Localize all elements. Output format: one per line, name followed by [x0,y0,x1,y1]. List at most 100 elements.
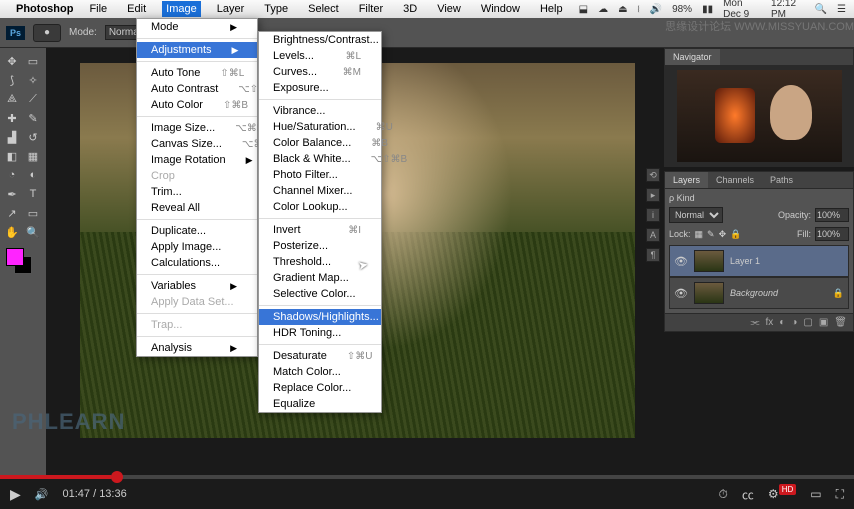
character-panel-icon[interactable]: A [646,228,660,242]
eyedropper-tool[interactable]: ⟋ [23,90,43,108]
menu-item-shadows-highlights[interactable]: Shadows/Highlights... [259,309,381,325]
tab-channels[interactable]: Channels [708,172,762,188]
blur-tool[interactable]: ◔ [2,166,22,184]
menu-item-equalize[interactable]: Equalize [259,396,381,412]
menu-item-black-white[interactable]: Black & White...⌥⇧⌘B [259,151,381,167]
menu-item-gradient-map[interactable]: Gradient Map... [259,270,381,286]
menu-item-reveal-all[interactable]: Reveal All [137,200,257,216]
menu-item-adjustments[interactable]: Adjustments▶ [137,42,257,58]
menu-item-apply-image[interactable]: Apply Image... [137,239,257,255]
crop-tool[interactable]: ⟁ [2,90,22,108]
history-panel-icon[interactable]: ⟲ [646,168,660,182]
menu-item-selective-color[interactable]: Selective Color... [259,286,381,302]
menu-item-exposure[interactable]: Exposure... [259,80,381,96]
menu-item-vibrance[interactable]: Vibrance... [259,103,381,119]
volume-icon[interactable]: 🔊 [650,4,662,15]
blend-mode-select[interactable]: Normal [669,207,723,223]
menu-item-auto-color[interactable]: Auto Color⇧⌘B [137,97,257,113]
pen-tool[interactable]: ✒ [2,185,22,203]
progress-bar[interactable] [0,475,854,479]
heal-tool[interactable]: ✚ [2,109,22,127]
hand-tool[interactable]: ✋ [2,223,22,241]
paragraph-panel-icon[interactable]: ¶ [646,248,660,262]
menu-item-image-size[interactable]: Image Size...⌥⌘I [137,120,257,136]
layer-thumbnail[interactable] [694,250,724,272]
color-swatches[interactable] [2,248,44,278]
menu-edit[interactable]: Edit [123,1,150,17]
menu-file[interactable]: File [85,1,111,17]
group-icon[interactable]: ▢ [803,317,812,328]
menu-item-auto-tone[interactable]: Auto Tone⇧⌘L [137,65,257,81]
tab-layers[interactable]: Layers [665,172,708,188]
layer-row[interactable]: 👁Layer 1 [669,245,849,277]
menu-item-levels[interactable]: Levels...⌘L [259,48,381,64]
battery-icon[interactable]: ▮▮ [702,4,713,15]
menu-item-brightness-contrast[interactable]: Brightness/Contrast... [259,32,381,48]
layer-row[interactable]: 👁Background🔒 [669,277,849,309]
fx-icon[interactable]: fx [766,317,774,328]
dropbox-icon[interactable]: ⬓ [579,4,588,15]
layer-thumbnail[interactable] [694,282,724,304]
menu-item-color-lookup[interactable]: Color Lookup... [259,199,381,215]
notifications-icon[interactable]: ☰ [837,4,846,15]
menu-window[interactable]: Window [477,1,524,17]
theater-icon[interactable]: ▭ [810,487,821,501]
navigator-preview[interactable] [677,70,842,162]
menu-item-hdr-toning[interactable]: HDR Toning... [259,325,381,341]
spotlight-icon[interactable]: 🔍 [815,4,827,15]
menu-select[interactable]: Select [304,1,343,17]
foreground-color[interactable] [6,248,24,266]
new-layer-icon[interactable]: ▣ [819,317,828,328]
settings-icon[interactable]: ⚙HD [768,487,796,501]
dodge-tool[interactable]: ◐ [23,166,43,184]
menu-item-mode[interactable]: Mode▶ [137,19,257,35]
brush-preset[interactable]: ● [33,24,61,42]
menu-filter[interactable]: Filter [355,1,387,17]
lock-pixels-icon[interactable]: ✎ [707,229,715,240]
shape-tool[interactable]: ▭ [23,204,43,222]
fill-input[interactable] [815,227,849,241]
menu-item-match-color[interactable]: Match Color... [259,364,381,380]
move-tool[interactable]: ✥ [2,52,22,70]
watch-later-icon[interactable]: ⏱ [719,487,728,502]
opacity-input[interactable] [815,208,849,222]
menu-3d[interactable]: 3D [399,1,421,17]
visibility-icon[interactable]: 👁 [674,287,688,300]
eraser-tool[interactable]: ◧ [2,147,22,165]
cloud-icon[interactable]: ☁ [598,4,608,15]
volume-icon[interactable]: 🔊 [35,488,49,501]
menu-type[interactable]: Type [260,1,292,17]
visibility-icon[interactable]: 👁 [674,255,688,268]
adjustment-layer-icon[interactable]: ◑ [791,317,797,328]
wand-tool[interactable]: ✧ [23,71,43,89]
path-tool[interactable]: ↗ [2,204,22,222]
menu-item-auto-contrast[interactable]: Auto Contrast⌥⇧⌘L [137,81,257,97]
menubar-date[interactable]: Mon Dec 9 [723,0,761,20]
menu-item-canvas-size[interactable]: Canvas Size...⌥⌘C [137,136,257,152]
navigator-tab[interactable]: Navigator [665,49,720,65]
menu-item-desaturate[interactable]: Desaturate⇧⌘U [259,348,381,364]
tab-paths[interactable]: Paths [762,172,801,188]
menu-layer[interactable]: Layer [213,1,249,17]
menu-help[interactable]: Help [536,1,567,17]
marquee-tool[interactable]: ▭ [23,52,43,70]
menu-item-curves[interactable]: Curves...⌘M [259,64,381,80]
history-brush-tool[interactable]: ↺ [23,128,43,146]
menu-item-color-balance[interactable]: Color Balance...⌘B [259,135,381,151]
stamp-tool[interactable]: ▟ [2,128,22,146]
progress-scrubber[interactable] [111,471,123,483]
link-layers-icon[interactable]: ⫘ [751,317,760,328]
menu-item-hue-saturation[interactable]: Hue/Saturation...⌘U [259,119,381,135]
ps-icon[interactable]: Ps [6,26,25,40]
menu-item-channel-mixer[interactable]: Channel Mixer... [259,183,381,199]
play-button[interactable]: ▶ [10,486,21,503]
mask-icon[interactable]: ◐ [779,317,785,328]
menu-item-posterize[interactable]: Posterize... [259,238,381,254]
menu-item-calculations[interactable]: Calculations... [137,255,257,271]
cc-icon[interactable]: ㏄ [742,486,754,503]
eject-icon[interactable]: ⏏ [618,4,627,15]
info-panel-icon[interactable]: i [646,208,660,222]
wifi-icon[interactable]: ⧙ [638,4,640,15]
lasso-tool[interactable]: ⟆ [2,71,22,89]
gradient-tool[interactable]: ▦ [23,147,43,165]
